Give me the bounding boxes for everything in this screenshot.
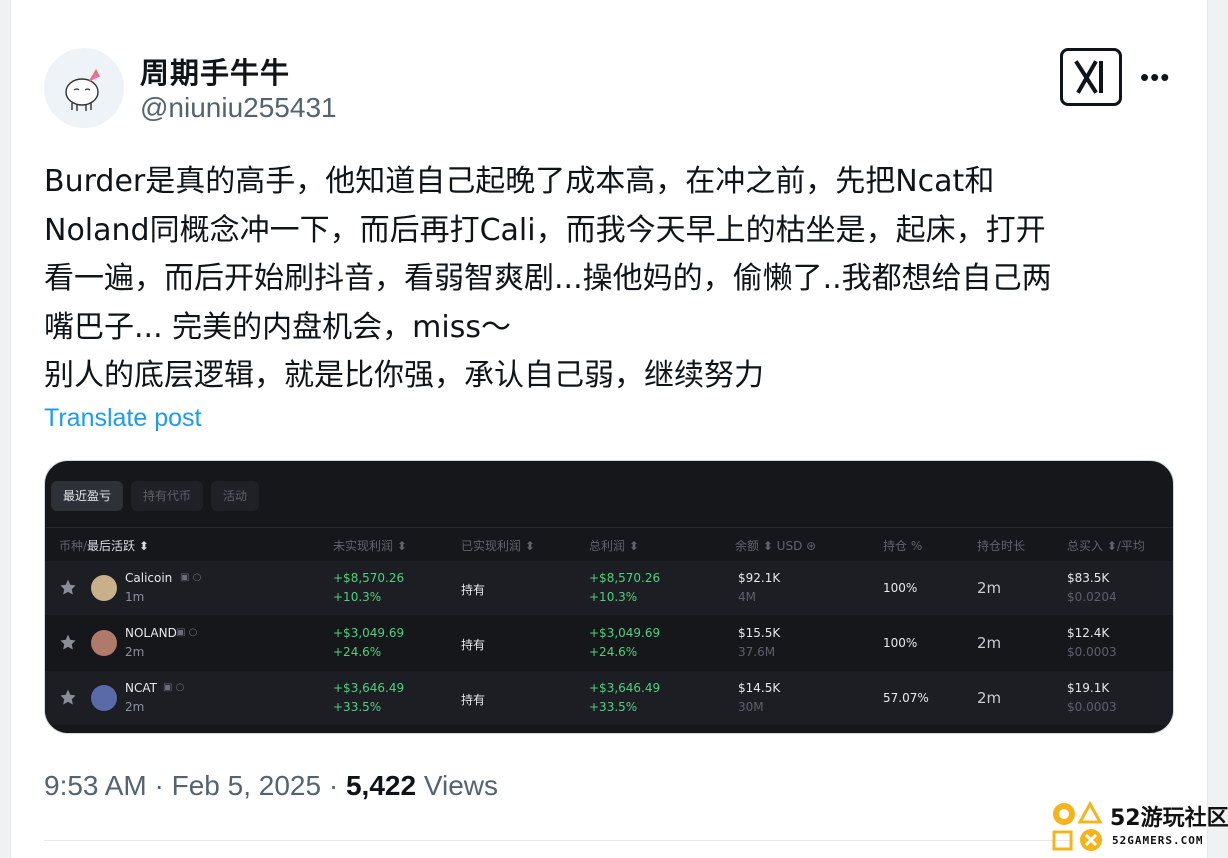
tab-holdings[interactable]: 持有代币 (131, 481, 204, 511)
realized-profit: 持有 (461, 693, 486, 707)
post-text: Burder是真的高手，他知道自己起晚了成本高，在冲之前，先把Ncat和 Nol… (44, 158, 1194, 401)
coin-last-active: 2m (125, 700, 145, 714)
tab-activity[interactable]: 活动 (211, 481, 260, 511)
coin-last-active: 2m (125, 645, 145, 659)
user-handle[interactable]: @niuniu255431 (140, 92, 337, 124)
more-horizontal-icon[interactable]: ••• (1140, 62, 1170, 93)
balance-usd: $15.5K (738, 626, 781, 640)
embed-tabs: 最近盈亏 持有代币 活动 (51, 481, 260, 511)
meta-separator: · (321, 770, 346, 801)
views-label: Views (416, 770, 499, 801)
tab-recent-pnl[interactable]: 最近盈亏 (51, 481, 124, 511)
header-coin: 币种/最后活跃 ⬍ (59, 539, 149, 553)
table-row[interactable]: Calicoin ▣ ○ 1m +$8,570.26 +10.3% 持有 +$8… (45, 561, 1173, 615)
copy-search-icon[interactable]: ▣ ○ (163, 682, 184, 693)
table-row[interactable]: NOLAND ▣ ○ 2m +$3,049.69 +24.6% 持有 +$3,0… (45, 616, 1173, 670)
header-unrealized[interactable]: 未实现利润 ⬍ (333, 537, 407, 554)
coin-name[interactable]: NOLAND (125, 626, 177, 640)
realized-profit: 持有 (461, 638, 486, 652)
watermark-subtitle: 52GAMERS.COM (1112, 834, 1204, 847)
copy-search-icon[interactable]: ▣ ○ (180, 572, 201, 583)
unrealized-pct: +10.3% (333, 590, 382, 604)
post-line: Noland同概念冲一下，而后再打Cali，而我今天早上的枯坐是，起床，打开 (44, 212, 1046, 248)
header-position: 持仓 % (883, 539, 923, 553)
watermark-title: 52游玩社区 (1110, 806, 1228, 831)
hold-duration: 2m (977, 689, 1002, 707)
balance-usd: $92.1K (738, 571, 781, 585)
display-name[interactable]: 周期手牛牛 (140, 50, 290, 92)
table-row[interactable]: NCAT ▣ ○ 2m +$3,646.49 +33.5% 持有 +$3,646… (45, 671, 1173, 725)
star-icon[interactable] (59, 633, 77, 651)
position-pct: 100% (883, 581, 918, 595)
total-profit: +$8,570.26 (589, 571, 661, 585)
post-date[interactable]: Feb 5, 2025 (172, 770, 321, 801)
header-duration: 持仓时长 (977, 539, 1026, 553)
header-realized[interactable]: 已实现利润 ⬍ (461, 537, 535, 554)
header-buy[interactable]: 总买入 ⬍/平均 (1067, 537, 1145, 554)
copy-search-icon[interactable]: ▣ ○ (176, 627, 197, 638)
attached-image[interactable]: 最近盈亏 持有代币 活动 币种/最后活跃 ⬍ 未实现利润 ⬍ 已实现利润 ⬍ 总… (44, 460, 1174, 734)
watermark-logo: 52游玩社区 52GAMERS.COM (1050, 800, 1228, 854)
total-pct: +33.5% (589, 700, 638, 714)
post-meta: 9:53 AM · Feb 5, 2025 · 5,422 Views (44, 770, 498, 802)
position-pct: 100% (883, 636, 918, 650)
balance-usd: $14.5K (738, 681, 781, 695)
hold-duration: 2m (977, 634, 1002, 652)
total-buy: $12.4K (1067, 626, 1110, 640)
coin-icon (91, 630, 117, 656)
unrealized-pct: +24.6% (333, 645, 382, 659)
hold-duration: 2m (977, 579, 1002, 597)
total-pct: +24.6% (589, 645, 638, 659)
post-line: 嘴巴子... 完美的内盘机会，miss～ (44, 309, 511, 345)
views-count: 5,422 (345, 770, 417, 801)
table-header: 币种/最后活跃 ⬍ 未实现利润 ⬍ 已实现利润 ⬍ 总利润 ⬍ 余额 ⬍ USD… (45, 527, 1173, 559)
realized-profit: 持有 (461, 583, 486, 597)
unrealized-profit: +$8,570.26 (333, 571, 405, 585)
coin-icon (91, 575, 117, 601)
header-total[interactable]: 总利润 ⬍ (589, 537, 639, 554)
total-pct: +10.3% (589, 590, 638, 604)
coin-name[interactable]: NCAT (125, 681, 157, 695)
star-icon[interactable] (59, 688, 77, 706)
buy-average: $0.0003 (1067, 700, 1117, 714)
translate-post-link[interactable]: Translate post (44, 404, 201, 433)
coin-name[interactable]: Calicoin (125, 571, 172, 585)
coin-icon (91, 685, 117, 711)
total-buy: $19.1K (1067, 681, 1110, 695)
position-pct: 57.07% (883, 691, 929, 705)
balance-tokens: 4M (738, 590, 756, 604)
total-profit: +$3,646.49 (589, 681, 661, 695)
post-line: 别人的底层逻辑，就是比你强，承认自己弱，继续努力 (44, 358, 764, 393)
post-line: Burder是真的高手，他知道自己起晚了成本高，在冲之前，先把Ncat和 (44, 164, 995, 199)
balance-tokens: 37.6M (738, 645, 776, 659)
post-line: 看一遍，而后开始刷抖音，看弱智爽剧...操他妈的，偷懒了..我都想给自己两 (44, 261, 1052, 296)
total-profit: +$3,049.69 (589, 626, 661, 640)
unrealized-profit: +$3,049.69 (333, 626, 405, 640)
header-balance[interactable]: 余额 ⬍ USD ⊛ (735, 537, 816, 554)
buy-average: $0.0003 (1067, 645, 1117, 659)
avatar[interactable] (44, 48, 124, 128)
star-icon[interactable] (59, 578, 77, 596)
unrealized-pct: +33.5% (333, 700, 382, 714)
coin-last-active: 1m (125, 590, 145, 604)
x-grok-logo-icon[interactable] (1060, 48, 1122, 106)
buy-average: $0.0204 (1067, 590, 1117, 604)
unrealized-profit: +$3,646.49 (333, 681, 405, 695)
balance-tokens: 30M (738, 700, 764, 714)
meta-separator: · (146, 770, 172, 801)
post-time[interactable]: 9:53 AM (44, 770, 147, 801)
divider (44, 840, 1074, 841)
total-buy: $83.5K (1067, 571, 1110, 585)
